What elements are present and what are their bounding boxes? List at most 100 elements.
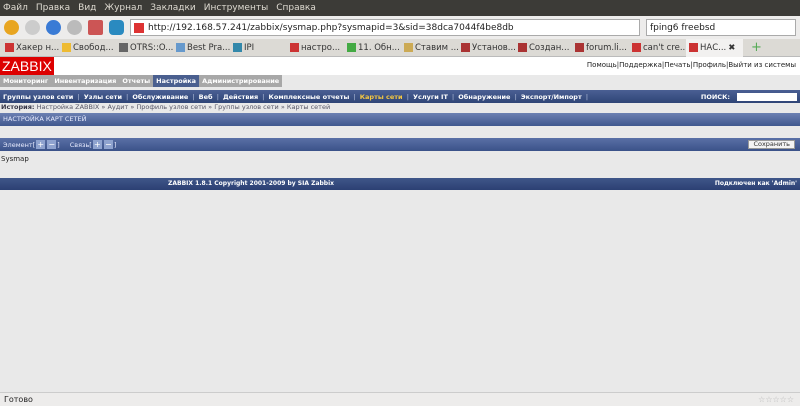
stop-icon[interactable] (67, 20, 82, 35)
zabbix-logo[interactable]: ZABBIX (0, 57, 54, 75)
menu-tools[interactable]: Инструменты (204, 3, 268, 13)
remove-link-button[interactable]: − (103, 140, 113, 149)
menu-bookmarks[interactable]: Закладки (150, 3, 196, 13)
main-menu: Мониторинг Инвентаризация Отчеты Настрой… (0, 75, 800, 87)
page-title: НАСТРОЙКА КАРТ СЕТЕЙ (0, 113, 800, 126)
new-tab-icon[interactable]: + (751, 40, 762, 55)
tab-label: Хакер н... (16, 42, 59, 53)
browser-tab[interactable]: OTRS::O... (116, 43, 173, 53)
menu-inventory[interactable]: Инвентаризация (51, 75, 120, 87)
menu-view[interactable]: Вид (78, 3, 96, 13)
browser-tab[interactable]: IPI (230, 43, 287, 53)
print-link[interactable]: Печать (664, 61, 690, 69)
submenu-maps[interactable]: Карты сети (360, 93, 403, 101)
history-item[interactable]: Карты сетей (287, 103, 330, 111)
submenu-maintenance[interactable]: Обслуживание (132, 93, 188, 101)
tab-label: НАС... (700, 42, 727, 53)
addon-icon[interactable] (109, 20, 124, 35)
history-item[interactable]: Группы узлов сети (214, 103, 279, 111)
browser-tab[interactable]: 11. Обн... (344, 43, 401, 53)
menu-administration[interactable]: Администрирование (199, 75, 283, 87)
menu-help[interactable]: Справка (276, 3, 316, 13)
favicon-icon (134, 22, 144, 33)
tab-label: Установ... (472, 42, 515, 53)
history-label: История: (1, 103, 35, 111)
reload-icon[interactable] (46, 20, 61, 35)
browser-tab[interactable]: Создан... (515, 43, 572, 53)
history-breadcrumb: История: Настройка ZABBIX » Аудит » Проф… (1, 103, 331, 111)
history-item[interactable]: Аудит (107, 103, 128, 111)
submenu-actions[interactable]: Действия (223, 93, 258, 101)
add-element-button[interactable]: + (36, 140, 46, 149)
tab-label: 11. Обн... (358, 42, 400, 53)
profile-link[interactable]: Профиль (693, 61, 726, 69)
sub-menu: Группы узлов сети | Узлы сети | Обслуживан… (0, 90, 800, 103)
tab-label: can't cre... (643, 42, 686, 53)
menu-configuration[interactable]: Настройка (153, 75, 200, 87)
browser-tab[interactable]: Ставим ... (401, 43, 458, 53)
link-label: Связь[ (69, 140, 92, 149)
submenu-host-groups[interactable]: Группы узлов сети (3, 93, 73, 101)
browser-tab[interactable]: Свобод... (59, 43, 116, 53)
search-box[interactable]: fping6 freebsd (646, 19, 796, 36)
tab-label: OTRS::O... (130, 42, 173, 53)
map-canvas[interactable]: Sysmap (0, 151, 800, 173)
browser-menubar: Файл Правка Вид Журнал Закладки Инструме… (0, 0, 800, 16)
submenu-export-import[interactable]: Экспорт/Импорт (521, 93, 582, 101)
back-icon[interactable] (4, 20, 19, 35)
element-label: Элемент[ (3, 140, 36, 149)
map-name: Sysmap (1, 155, 29, 163)
menu-reports[interactable]: Отчеты (119, 75, 154, 87)
menu-history[interactable]: Журнал (104, 3, 142, 13)
close-tab-icon[interactable]: ✖ (728, 43, 735, 53)
browser-tab[interactable]: can't cre... (629, 43, 686, 53)
forward-icon[interactable] (25, 20, 40, 35)
search-input[interactable] (737, 92, 797, 101)
bracket: ] (57, 140, 60, 149)
tab-label: Best Pra... (187, 42, 230, 53)
history-item[interactable]: Настройка ZABBIX (37, 103, 100, 111)
submenu-screens[interactable]: Комплексные отчеты (269, 93, 350, 101)
tab-strip: Хакер н... Свобод... OTRS::O... Best Pra… (0, 38, 800, 57)
tab-label: Ставим ... (415, 42, 458, 53)
url-bar[interactable]: http://192.168.57.241/zabbix/sysmap.php?… (130, 19, 640, 36)
browser-tab-active[interactable]: НАС... ✖ (686, 38, 743, 57)
menu-file[interactable]: Файл (3, 3, 28, 13)
remove-element-button[interactable]: − (47, 140, 57, 149)
menu-monitoring[interactable]: Мониторинг (0, 75, 52, 87)
browser-tab[interactable]: forum.li... (572, 43, 629, 53)
rating-stars-icon[interactable]: ☆☆☆☆☆ (758, 393, 794, 406)
browser-tab[interactable]: Установ... (458, 43, 515, 53)
tab-label: Свобод... (73, 42, 114, 53)
help-link[interactable]: Помощь (587, 61, 617, 69)
url-text: http://192.168.57.241/zabbix/sysmap.php?… (148, 22, 514, 33)
browser-tab[interactable]: настро... (287, 43, 344, 53)
nav-toolbar: http://192.168.57.241/zabbix/sysmap.php?… (0, 16, 800, 39)
history-item[interactable]: Профиль узлов сети (136, 103, 206, 111)
support-link[interactable]: Поддержка (619, 61, 662, 69)
search-label: ПОИСК: (700, 92, 730, 101)
tab-label: Создан... (529, 42, 570, 53)
bracket: ] (113, 140, 117, 149)
menu-edit[interactable]: Правка (36, 3, 70, 13)
add-link-button[interactable]: + (92, 140, 102, 149)
copyright: ZABBIX 1.8.1 Copyright 2001-2009 by SIA … (168, 180, 335, 187)
status-text: Готово (4, 395, 33, 404)
submenu-hosts[interactable]: Узлы сети (84, 93, 122, 101)
browser-tab[interactable]: Хакер н... (2, 43, 59, 53)
save-button[interactable]: Сохранить (748, 140, 795, 149)
home-icon[interactable] (88, 20, 103, 35)
connected-as: Подключен как 'Admin' (714, 180, 797, 187)
submenu-it-services[interactable]: Услуги IT (413, 93, 448, 101)
tab-label: настро... (301, 42, 341, 53)
submenu-discovery[interactable]: Обнаружение (458, 93, 510, 101)
tab-label: IPI (244, 42, 255, 53)
submenu-web[interactable]: Веб (199, 93, 213, 101)
status-bar: Готово ☆☆☆☆☆ (0, 392, 800, 406)
footer: ZABBIX 1.8.1 Copyright 2001-2009 by SIA … (0, 178, 800, 190)
map-toolbar: Элемент[ + −] Связь[ + −] Сохранить (0, 138, 800, 151)
logout-link[interactable]: Выйти из системы (728, 61, 796, 69)
header: ZABBIX Помощь|Поддержка|Печать|Профиль|В… (0, 57, 800, 75)
browser-tab[interactable]: Best Pra... (173, 43, 230, 53)
search-text: fping6 freebsd (650, 22, 716, 33)
